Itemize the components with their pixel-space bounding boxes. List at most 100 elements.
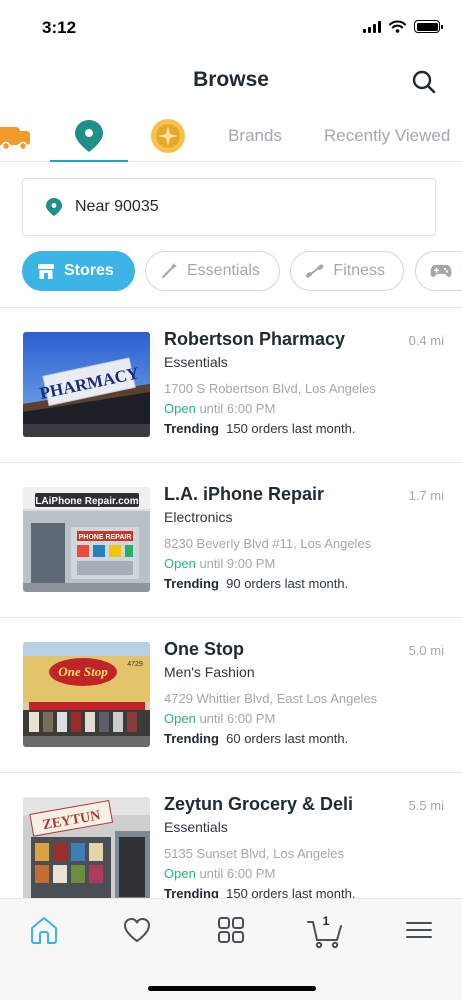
store-image: LAiPhone Repair.com PHONE REPAIR <box>23 487 150 592</box>
wifi-icon <box>389 20 406 33</box>
truck-icon <box>0 127 30 151</box>
tab-deals[interactable] <box>140 110 196 162</box>
trending-text: 150 orders last month. <box>226 886 356 898</box>
store-category: Essentials <box>164 819 228 835</box>
tab-brands-label: Brands <box>228 126 282 145</box>
store-distance: 1.7 mi <box>408 488 444 503</box>
open-status: Open <box>164 556 196 571</box>
store-name: Zeytun Grocery & Deli <box>164 794 354 814</box>
location-pin-icon <box>46 198 62 216</box>
nav-favorites[interactable] <box>121 914 153 946</box>
trending-text: 60 orders last month. <box>226 731 349 746</box>
store-address: 4729 Whittier Blvd, East Los Angeles <box>164 691 378 706</box>
tab-brands[interactable]: Brands <box>214 110 296 162</box>
menu-icon <box>406 922 432 938</box>
chip-stores-label: Stores <box>64 262 114 279</box>
tab-recently-viewed[interactable]: Recently Viewed <box>316 110 462 162</box>
location-pin-icon <box>75 120 103 152</box>
chip-gaming[interactable]: G <box>415 251 462 291</box>
page-title: Browse <box>193 68 269 91</box>
store-hours: Open until 6:00 PM <box>164 866 275 881</box>
tab-active-indicator <box>50 160 128 162</box>
store-trending: Trending 150 orders last month. <box>164 421 355 436</box>
chip-fitness[interactable]: Fitness <box>290 251 404 291</box>
hours-text: until 9:00 PM <box>199 556 276 571</box>
trending-label: Trending <box>164 886 219 898</box>
bottom-nav: 1 <box>0 898 462 1000</box>
store-category: Electronics <box>164 509 233 525</box>
store-category: Essentials <box>164 354 228 370</box>
wand-icon <box>162 263 177 278</box>
search-icon <box>412 70 436 94</box>
gamepad-icon <box>430 265 452 277</box>
store-category: Men's Fashion <box>164 664 255 680</box>
store-address: 8230 Beverly Blvd #11, Los Angeles <box>164 536 372 551</box>
store-name: L.A. iPhone Repair <box>164 484 325 504</box>
store-sign-number: 4729 <box>127 661 143 668</box>
store-card-robertson-pharmacy[interactable]: PHARMACY Robertson Pharmacy 0.4 mi Essen… <box>0 308 462 463</box>
open-status: Open <box>164 401 196 416</box>
store-hours: Open until 6:00 PM <box>164 711 275 726</box>
store-trending: Trending 90 orders last month. <box>164 576 348 591</box>
nav-home[interactable] <box>28 914 60 946</box>
store-address: 5135 Sunset Blvd, Los Angeles <box>164 846 344 861</box>
store-distance: 5.5 mi <box>408 798 444 813</box>
cart-badge: 1 <box>323 914 330 928</box>
trending-text: 150 orders last month. <box>226 421 356 436</box>
store-list: PHARMACY Robertson Pharmacy 0.4 mi Essen… <box>0 308 462 898</box>
search-button[interactable] <box>410 68 438 96</box>
hours-text: until 6:00 PM <box>199 401 276 416</box>
cart-icon: 1 <box>307 914 342 949</box>
store-distance: 0.4 mi <box>408 333 444 348</box>
chip-fitness-label: Fitness <box>333 262 385 279</box>
store-sign-sub: PHONE REPAIR <box>79 534 132 541</box>
store-trending: Trending 60 orders last month. <box>164 731 348 746</box>
home-indicator <box>148 986 316 991</box>
tab-nearby[interactable] <box>50 110 128 162</box>
header: Browse <box>0 58 462 106</box>
store-address: 1700 S Robertson Blvd, Los Angeles <box>164 381 376 396</box>
store-image: PHARMACY <box>23 332 150 437</box>
grid-icon <box>218 917 244 943</box>
coin-icon <box>151 119 185 153</box>
open-status: Open <box>164 711 196 726</box>
store-name: Robertson Pharmacy <box>164 329 346 349</box>
nav-categories[interactable] <box>215 914 247 946</box>
chip-essentials[interactable]: Essentials <box>145 251 280 291</box>
battery-icon <box>414 20 443 33</box>
store-hours: Open until 6:00 PM <box>164 401 275 416</box>
heart-icon <box>124 918 150 942</box>
store-distance: 5.0 mi <box>408 643 444 658</box>
trending-label: Trending <box>164 576 219 591</box>
status-time: 3:12 <box>42 18 77 37</box>
location-selector[interactable]: Near 90035 <box>22 178 436 236</box>
nav-cart[interactable]: 1 <box>306 914 346 949</box>
signal-icon <box>363 20 381 33</box>
store-name: One Stop <box>164 639 244 659</box>
filter-chips: Stores Essentials Fitness G <box>22 251 462 291</box>
status-icons <box>363 20 443 33</box>
store-card-la-iphone-repair[interactable]: LAiPhone Repair.com PHONE REPAIR L.A. iP… <box>0 463 462 618</box>
trending-text: 90 orders last month. <box>226 576 349 591</box>
nav-menu[interactable] <box>403 914 435 946</box>
store-image: ZEYTUN <box>23 797 150 898</box>
tab-recently-viewed-label: Recently Viewed <box>324 126 451 145</box>
store-image: One Stop 4729 <box>23 642 150 747</box>
chip-stores[interactable]: Stores <box>22 251 135 291</box>
store-sign-text: One Stop <box>58 664 108 679</box>
hours-text: until 6:00 PM <box>199 866 276 881</box>
hours-text: until 6:00 PM <box>199 711 276 726</box>
home-icon <box>31 917 57 944</box>
trending-label: Trending <box>164 731 219 746</box>
tab-truck[interactable] <box>0 110 34 162</box>
store-hours: Open until 9:00 PM <box>164 556 275 571</box>
store-trending: Trending 150 orders last month. <box>164 886 355 898</box>
status-bar: 3:12 <box>0 0 462 58</box>
store-icon <box>38 263 54 279</box>
store-card-zeytun-grocery[interactable]: ZEYTUN Zeytun Grocery & Deli 5.5 mi Esse… <box>0 773 462 898</box>
store-card-one-stop[interactable]: One Stop 4729 One Stop 5.0 mi Men's Fash… <box>0 618 462 773</box>
trending-label: Trending <box>164 421 219 436</box>
dumbbell-icon <box>305 264 324 278</box>
open-status: Open <box>164 866 196 881</box>
category-tabs: Brands Recently Viewed <box>0 110 462 162</box>
